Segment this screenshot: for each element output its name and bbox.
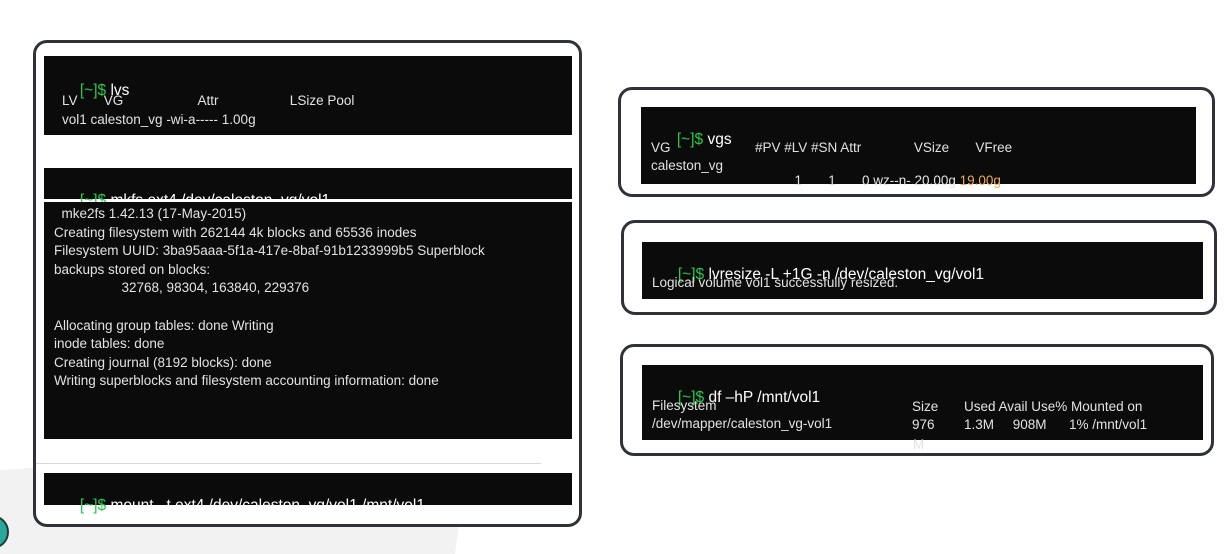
shell-prompt: [~]$: [676, 131, 704, 148]
vgs-panel: [~]$ vgs VG #PV #LV #SN Attr VSize VFree…: [618, 87, 1215, 197]
mount-command-line: [~]$ mount –t ext4 /dev/caleston_vg/vol1…: [54, 479, 425, 533]
df-panel: [~]$ df –hP /mnt/vol1 Filesystem Size Us…: [620, 344, 1214, 456]
lvs-header: LV VG Attr LSize Pool: [62, 93, 355, 108]
df-size-value: 976: [912, 417, 935, 432]
output-line: Creating journal (8192 blocks): done: [54, 354, 272, 370]
df-header-columns: Used Avail Use% Mounted on: [964, 399, 1143, 414]
df-command: df –hP /mnt/vol1: [708, 389, 821, 406]
mkfs-output: mke2fs 1.42.13 (17-May-2015) Creating fi…: [54, 205, 485, 391]
vgs-header-columns: #PV #LV #SN Attr VSize VFree: [755, 140, 1013, 155]
df-header-filesystem: Filesystem: [652, 398, 717, 413]
output-line: inode tables: done: [54, 336, 165, 352]
df-row-filesystem: /dev/mapper/caleston_vg-vol1: [652, 416, 833, 431]
vgs-row-vg-name: caleston_vg: [651, 158, 724, 173]
output-line: Allocating group tables: done Writing: [54, 317, 274, 333]
vgs-header-vg: VG: [651, 140, 671, 155]
output-line: 32768, 98304, 163840, 229376: [54, 280, 310, 296]
df-header-size: Size: [912, 399, 939, 414]
vgs-vfree-value: 19.00g: [959, 173, 1001, 188]
vgs-row-values: 1 1 0 wz--n- 20.00g 19.00g: [772, 158, 1001, 203]
left-terminal-panel: [~]$ lvs LV VG Attr LSize Pool vol1 cale…: [33, 40, 582, 527]
mount-command: mount –t ext4 /dev/caleston_vg/vol1 /mnt…: [110, 497, 425, 514]
vgs-row-stats: 1 1 0 wz--n- 20.00g: [794, 173, 956, 188]
df-size-unit: M: [913, 437, 925, 452]
output-line: Writing superblocks and filesystem accou…: [54, 373, 439, 389]
shell-prompt: [~]$: [79, 497, 107, 514]
output-line: Creating filesystem with 262144 4k block…: [54, 224, 417, 240]
output-line: backups stored on blocks:: [54, 261, 211, 277]
mkfs-command-bar: [~]$ mkfs.ext4 /dev/caleston_vg/vol1: [44, 168, 572, 209]
lvs-terminal: [~]$ lvs LV VG Attr LSize Pool vol1 cale…: [44, 56, 572, 135]
divider: [36, 463, 541, 464]
lvresize-output: Logical volume vol1 successfully resized…: [652, 275, 899, 290]
output-line: mke2fs 1.42.13 (17-May-2015): [54, 206, 247, 221]
output-line: Filesystem UUID: 3ba95aaa-5f1a-417e-8baf…: [54, 243, 485, 259]
mkfs-output-terminal: mke2fs 1.42.13 (17-May-2015) Creating fi…: [44, 202, 572, 439]
lvs-row: vol1 caleston_vg -wi-a----- 1.00g: [62, 112, 256, 127]
lvresize-terminal: [~]$ lvresize -L +1G -n /dev/caleston_vg…: [642, 242, 1203, 299]
df-terminal: [~]$ df –hP /mnt/vol1 Filesystem Size Us…: [642, 365, 1203, 440]
vgs-command: vgs: [707, 131, 732, 148]
df-row-values: 1.3M 908M 1% /mnt/vol1: [964, 417, 1148, 432]
lvresize-panel: [~]$ lvresize -L +1G -n /dev/caleston_vg…: [621, 220, 1217, 315]
vgs-terminal: [~]$ vgs VG #PV #LV #SN Attr VSize VFree…: [641, 107, 1196, 188]
mount-command-bar: [~]$ mount –t ext4 /dev/caleston_vg/vol1…: [44, 473, 572, 514]
